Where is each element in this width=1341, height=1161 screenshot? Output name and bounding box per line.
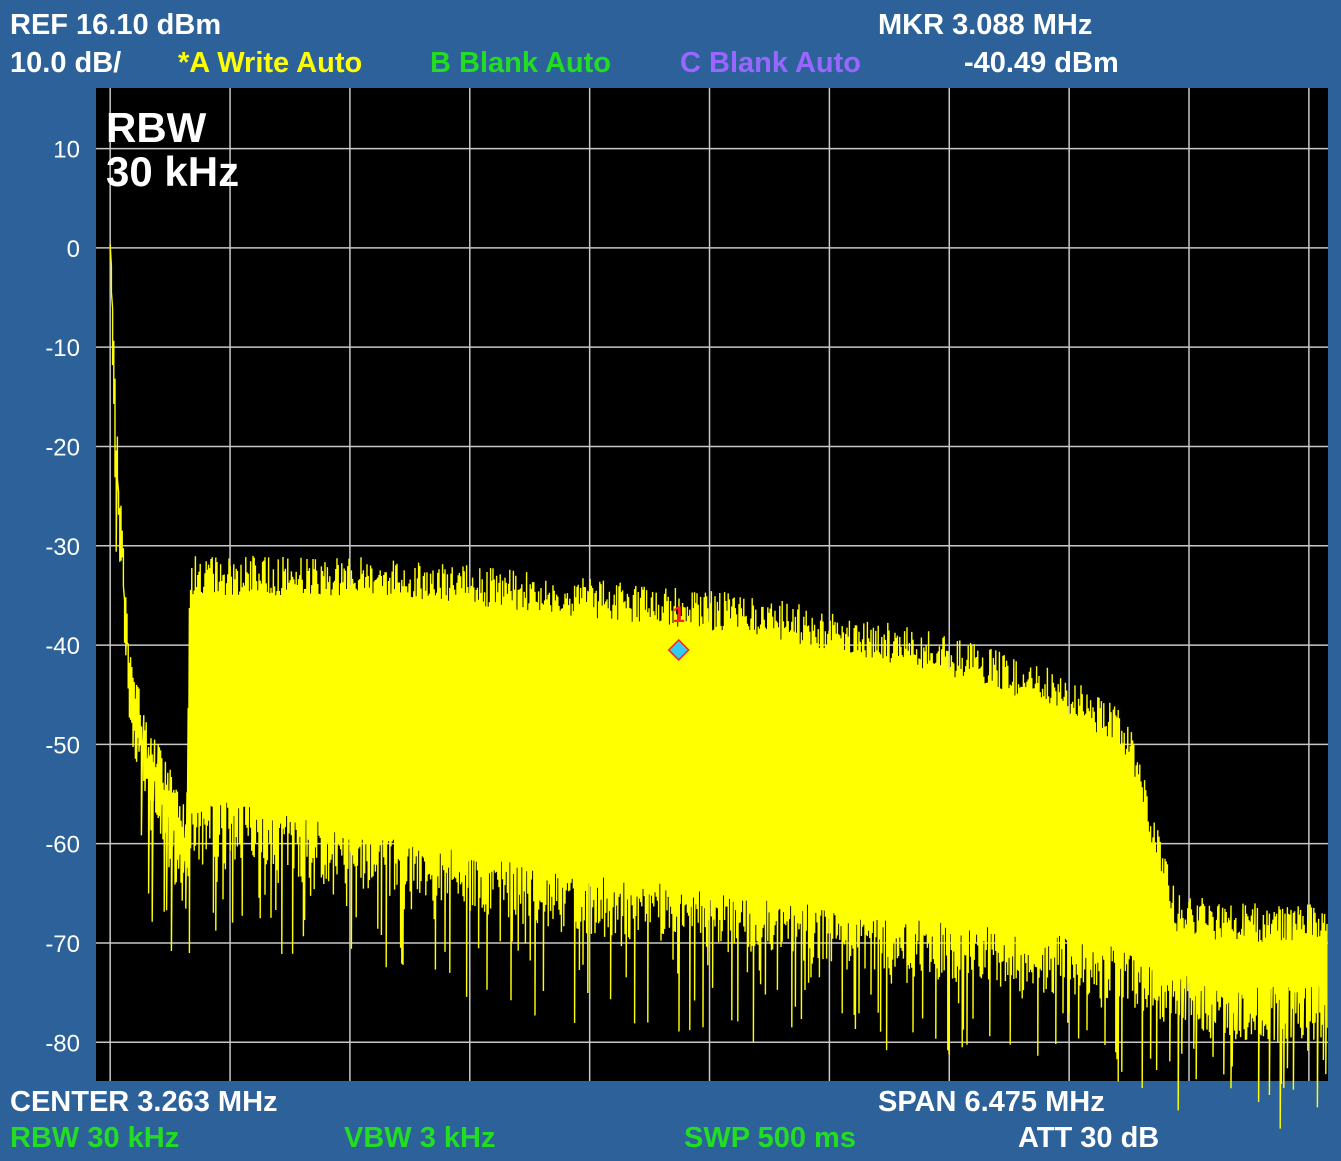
rbw-overlay-line1: RBW: [106, 104, 207, 151]
y-tick-label: 0: [67, 236, 80, 263]
y-tick-label: 10: [53, 137, 80, 164]
marker-1-label: 1: [673, 602, 685, 627]
spectrum-svg: 10 0 -10 -20 -30 -40 -50 -60 -70 -80 1 RBW 30 kHz: [45, 88, 1328, 1129]
y-tick-label: -50: [45, 732, 80, 759]
y-tick-label: -40: [45, 633, 80, 660]
vbw-setting[interactable]: VBW 3 kHz: [344, 1121, 495, 1155]
spectrum-plot[interactable]: 10 0 -10 -20 -30 -40 -50 -60 -70 -80 1 RBW 30 kHz: [0, 0, 1341, 1156]
y-tick-label: -30: [45, 534, 80, 561]
y-tick-label: -60: [45, 832, 80, 859]
rbw-setting[interactable]: RBW 30 kHz: [10, 1121, 179, 1155]
span: SPAN 6.475 MHz: [878, 1086, 1105, 1118]
y-tick-labels: 10 0 -10 -20 -30 -40 -50 -60 -70 -80: [45, 137, 80, 1058]
rbw-overlay-line2: 30 kHz: [106, 148, 239, 195]
y-tick-label: -20: [45, 434, 80, 461]
attenuation[interactable]: ATT 30 dB: [1018, 1121, 1159, 1155]
y-tick-label: -80: [45, 1030, 80, 1057]
y-tick-label: -10: [45, 335, 80, 362]
sweep-time[interactable]: SWP 500 ms: [684, 1121, 856, 1155]
y-tick-label: -70: [45, 931, 80, 958]
center-frequency: CENTER 3.263 MHz: [10, 1086, 278, 1118]
